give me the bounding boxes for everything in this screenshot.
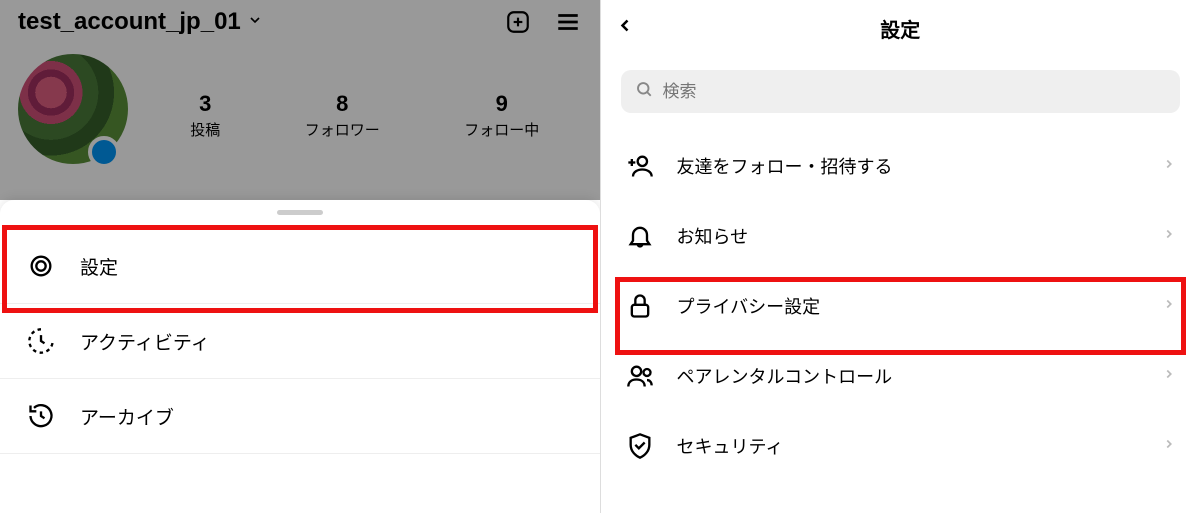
people-icon [625, 361, 655, 391]
back-button[interactable] [615, 16, 635, 41]
shield-icon [625, 431, 655, 461]
chevron-right-icon [1162, 157, 1176, 176]
dim-overlay [0, 0, 600, 200]
search-box[interactable] [621, 70, 1181, 113]
settings-screen: 設定 友達をフォロー・招待する お知らせ プライバシー設定 ペアレン [601, 0, 1200, 513]
menu-settings[interactable]: 設定 [0, 229, 600, 304]
profile-screen: test_account_jp_01 3 投稿 [0, 0, 601, 513]
settings-item-security[interactable]: セキュリティ [601, 411, 1200, 481]
settings-item-follow-invite[interactable]: 友達をフォロー・招待する [601, 131, 1200, 201]
settings-label: プライバシー設定 [677, 293, 1163, 319]
settings-header: 設定 [601, 0, 1200, 56]
settings-label: お知らせ [677, 223, 1163, 249]
page-title: 設定 [880, 14, 920, 43]
settings-label: セキュリティ [677, 433, 1163, 459]
search-icon [635, 80, 653, 103]
bottom-sheet: 設定 アクティビティ アーカイブ [0, 200, 600, 513]
sheet-handle[interactable] [277, 210, 323, 215]
bell-icon [625, 221, 655, 251]
menu-label: アーカイブ [80, 403, 174, 430]
archive-icon [26, 401, 56, 431]
chevron-right-icon [1162, 297, 1176, 316]
settings-item-parental[interactable]: ペアレンタルコントロール [601, 341, 1200, 411]
activity-icon [26, 326, 56, 356]
menu-archive[interactable]: アーカイブ [0, 379, 600, 454]
settings-item-notifications[interactable]: お知らせ [601, 201, 1200, 271]
chevron-right-icon [1162, 227, 1176, 246]
settings-item-privacy[interactable]: プライバシー設定 [601, 271, 1200, 341]
chevron-right-icon [1162, 367, 1176, 386]
gear-icon [26, 251, 56, 281]
settings-label: ペアレンタルコントロール [677, 363, 1163, 389]
lock-icon [625, 291, 655, 321]
settings-label: 友達をフォロー・招待する [677, 153, 1163, 179]
search-input[interactable] [663, 82, 1167, 102]
chevron-right-icon [1162, 437, 1176, 456]
menu-label: 設定 [80, 253, 118, 280]
add-person-icon [625, 151, 655, 181]
menu-activity[interactable]: アクティビティ [0, 304, 600, 379]
menu-label: アクティビティ [80, 328, 210, 355]
